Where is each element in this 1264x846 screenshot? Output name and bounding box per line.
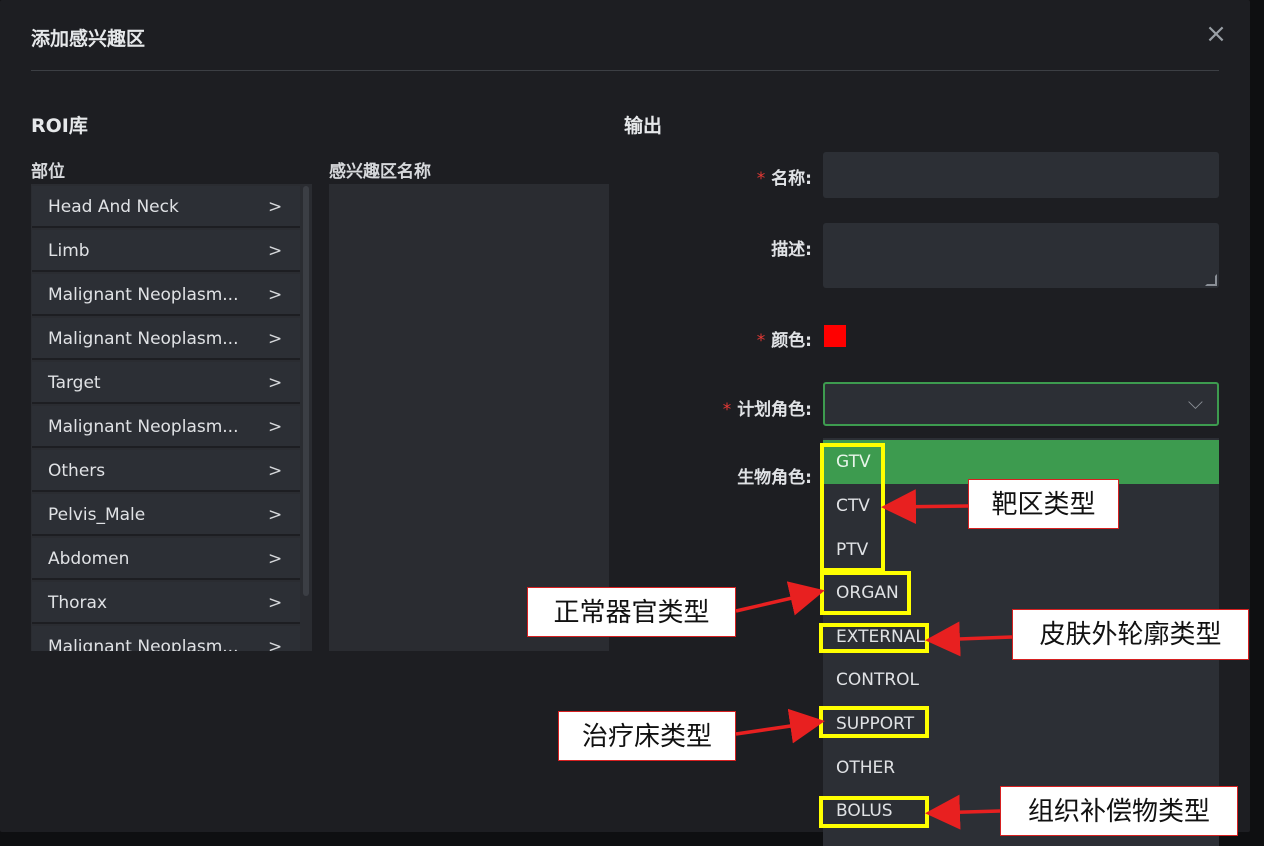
callout-couch-type: 治疗床类型: [558, 711, 736, 761]
arrow-organ: [735, 581, 825, 616]
callout-bolus-type: 组织补偿物类型: [1000, 786, 1238, 836]
arrow-bolus: [925, 794, 1001, 830]
callout-skin-type: 皮肤外轮廓类型: [1012, 609, 1249, 660]
arrow-support: [735, 708, 825, 744]
callout-organ-type: 正常器官类型: [527, 587, 736, 637]
arrow-external: [925, 621, 1013, 657]
arrow-target: [881, 489, 969, 525]
callout-target-type: 靶区类型: [968, 479, 1119, 529]
